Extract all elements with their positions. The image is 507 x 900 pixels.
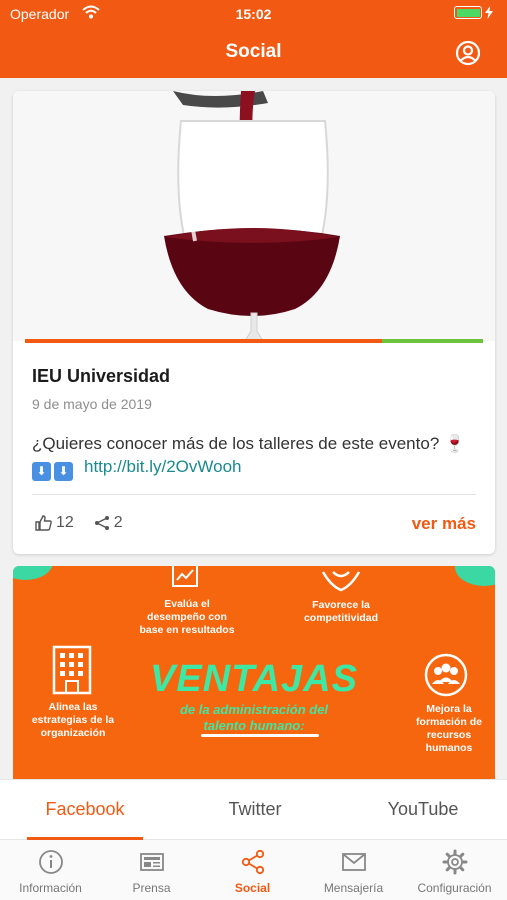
nav-item-mensajeria[interactable]: Mensajería <box>303 849 404 895</box>
post-card[interactable]: IEU Universidad 9 de mayo de 2019 ¿Quier… <box>13 91 495 554</box>
infographic-item-competitiveness: Favorece la competitividad <box>303 599 379 624</box>
decorative-blob <box>13 566 53 580</box>
nav-label-prensa: Prensa <box>132 881 171 895</box>
post-date: 9 de mayo de 2019 <box>32 396 152 412</box>
battery-icon <box>454 6 493 19</box>
post-link[interactable]: http://bit.ly/2OvWooh <box>84 457 241 476</box>
tab-twitter[interactable]: Twitter <box>175 799 335 820</box>
like-stat[interactable]: 12 <box>35 514 74 532</box>
gear-icon <box>442 849 467 875</box>
nav-item-social[interactable]: Social <box>202 849 303 895</box>
people-icon <box>424 653 468 697</box>
infographic-card[interactable]: Evalúa el desempeño con base en resultad… <box>13 566 495 796</box>
post-text: ¿Quieres conocer más de los talleres de … <box>32 432 472 481</box>
post-author: IEU Universidad <box>32 366 171 386</box>
tab-youtube[interactable]: YouTube <box>343 799 503 820</box>
info-icon <box>38 850 63 874</box>
page-title: Social <box>225 41 282 62</box>
handshake-icon <box>321 571 361 592</box>
nav-item-prensa[interactable]: Prensa <box>101 849 202 895</box>
share-count: 2 <box>113 514 123 531</box>
like-count: 12 <box>56 514 74 531</box>
arrow-down-icon: ⬇ <box>32 462 51 481</box>
nav-label-configuracion: Configuración <box>417 881 492 895</box>
infographic-item-training: Mejora la formación de recursos humanos <box>416 703 482 754</box>
nav-label-social: Social <box>234 881 271 895</box>
tab-facebook[interactable]: Facebook <box>5 799 165 820</box>
bottom-navigation: Información Prensa Social Mensajería Con… <box>0 840 507 900</box>
profile-icon[interactable] <box>455 40 481 66</box>
newspaper-icon <box>139 853 164 871</box>
source-tabs: Facebook Twitter YouTube <box>0 779 507 840</box>
post-image-wine-glass[interactable] <box>13 91 495 341</box>
arrow-down-icon: ⬇ <box>54 462 73 481</box>
post-stats: 12 2 <box>35 514 143 532</box>
envelope-icon <box>341 853 366 871</box>
see-more-button[interactable]: ver más <box>412 514 476 534</box>
share-icon <box>94 516 109 530</box>
chart-icon <box>172 566 198 587</box>
share-nodes-icon <box>241 849 264 875</box>
status-time: 15:02 <box>235 6 272 22</box>
media-progress-fill <box>25 339 383 343</box>
wine-glass-illustration <box>13 91 495 341</box>
share-stat[interactable]: 2 <box>94 514 123 532</box>
thumbs-up-icon <box>35 515 52 531</box>
decorative-blob <box>455 566 495 586</box>
nav-label-informacion: Información <box>19 881 82 895</box>
nav-item-informacion[interactable]: Información <box>0 849 101 895</box>
nav-item-configuracion[interactable]: Configuración <box>404 849 505 895</box>
headline-underline <box>201 734 319 737</box>
app-header: Operador 15:02 Social <box>0 0 507 78</box>
post-body: ¿Quieres conocer más de los talleres de … <box>32 434 466 453</box>
infographic-item-evaluate: Evalúa el desempeño con base en resultad… <box>139 598 235 636</box>
nav-label-mensajeria: Mensajería <box>323 881 384 895</box>
status-bar: Operador 15:02 <box>0 0 507 28</box>
divider <box>32 494 476 495</box>
media-progress-bar <box>25 339 483 343</box>
